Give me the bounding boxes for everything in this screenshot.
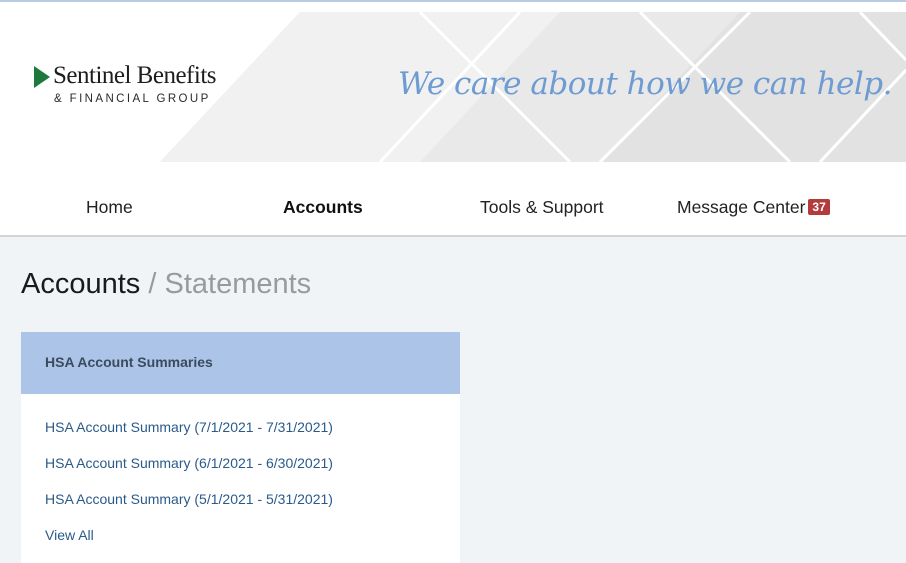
header-banner: Sentinel Benefits & FINANCIAL GROUP We c… (0, 2, 906, 162)
breadcrumb-separator: / (148, 268, 157, 300)
logo-subtitle: & FINANCIAL GROUP (54, 93, 211, 105)
tagline: We care about how we can help. (397, 66, 893, 102)
hsa-summaries-card: HSA Account Summaries HSA Account Summar… (21, 332, 460, 563)
statement-link[interactable]: HSA Account Summary (7/1/2021 - 7/31/202… (45, 419, 460, 455)
main-nav: Home Accounts Tools & Support Message Ce… (0, 162, 906, 237)
view-all-link[interactable]: View All (45, 527, 460, 563)
breadcrumb-accounts[interactable]: Accounts (21, 268, 140, 300)
card-title: HSA Account Summaries (45, 354, 213, 370)
message-count-badge: 37 (808, 199, 830, 215)
logo-triangle-icon (34, 66, 50, 88)
nav-message-center[interactable]: Message Center 37 (677, 197, 830, 218)
statement-list: HSA Account Summary (7/1/2021 - 7/31/202… (21, 394, 460, 563)
breadcrumb-statements: Statements (164, 268, 312, 300)
statement-link[interactable]: HSA Account Summary (6/1/2021 - 6/30/202… (45, 455, 460, 491)
logo-name: Sentinel Benefits (53, 62, 217, 89)
nav-accounts[interactable]: Accounts (283, 197, 363, 218)
nav-tools-support[interactable]: Tools & Support (480, 197, 604, 218)
nav-message-center-label: Message Center (677, 197, 806, 217)
main-content: Accounts / Statements HSA Account Summar… (0, 237, 906, 563)
statement-link[interactable]: HSA Account Summary (5/1/2021 - 5/31/202… (45, 491, 460, 527)
nav-home[interactable]: Home (86, 197, 133, 218)
card-header: HSA Account Summaries (21, 332, 460, 394)
logo[interactable]: Sentinel Benefits & FINANCIAL GROUP (34, 62, 254, 112)
page-title: Accounts / Statements (21, 268, 311, 301)
